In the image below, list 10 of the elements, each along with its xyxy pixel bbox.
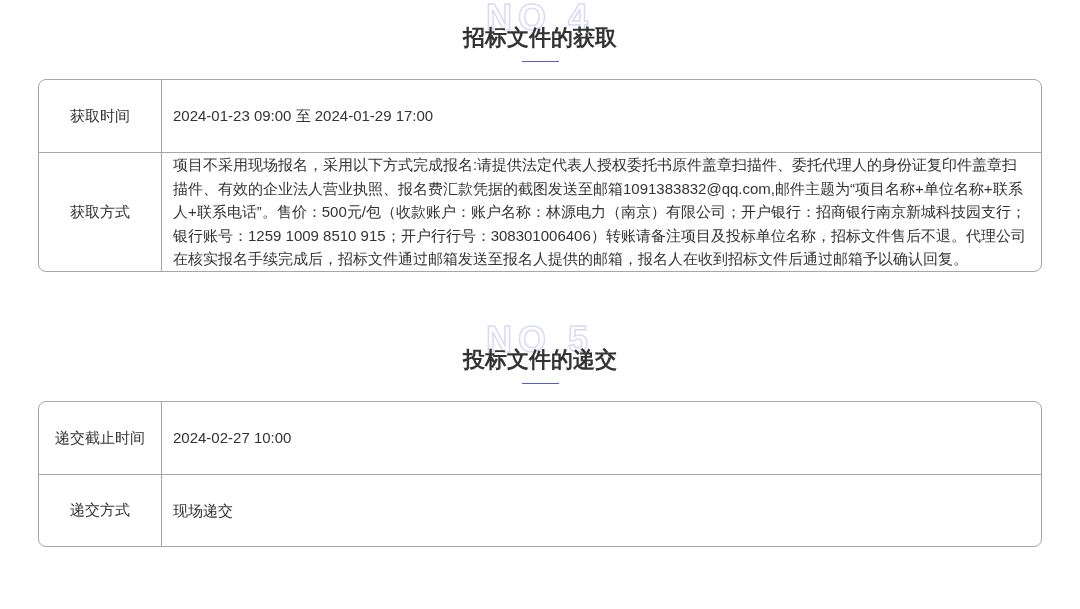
row-value: 2024-01-23 09:00 至 2024-01-29 17:00	[172, 106, 435, 127]
row-value: 项目不采用现场报名，采用以下方式完成报名:请提供法定代表人授权委托书原件盖章扫描件、委托代理人的身份证复印件盖章扫描件、有效的企业法人营业执照、报名费汇款凭据的截图发送至邮箱1091383832@qq.com,邮件主题为“项目名称+单位名称+联系人+联系电话”。售价：500元/包（收款账户：账户名称：林源电力（南京）有限公司；开户银行：招商银行南京新城科技园支行；银行账号：1259 1009 8510 915；开户行行号：308301006406）转账请备注项目及投标单位名称，招标文件售后不退。代理公司在核实报名手续完成后，招标文件通过邮箱发送至报名人提供的邮箱，报名人在收到招标文件后通过邮箱予以确认回复。	[172, 155, 1027, 270]
row-label: 获取方式	[39, 153, 162, 271]
title-underline	[521, 382, 559, 384]
row-label: 获取时间	[39, 80, 162, 152]
title-underline	[521, 61, 559, 62]
row-value: 2024-02-27 10:00	[172, 428, 293, 449]
row-label: 递交截止时间	[39, 401, 162, 474]
row-value: 现场递交	[172, 500, 234, 521]
row-label: 递交方式	[39, 474, 162, 546]
